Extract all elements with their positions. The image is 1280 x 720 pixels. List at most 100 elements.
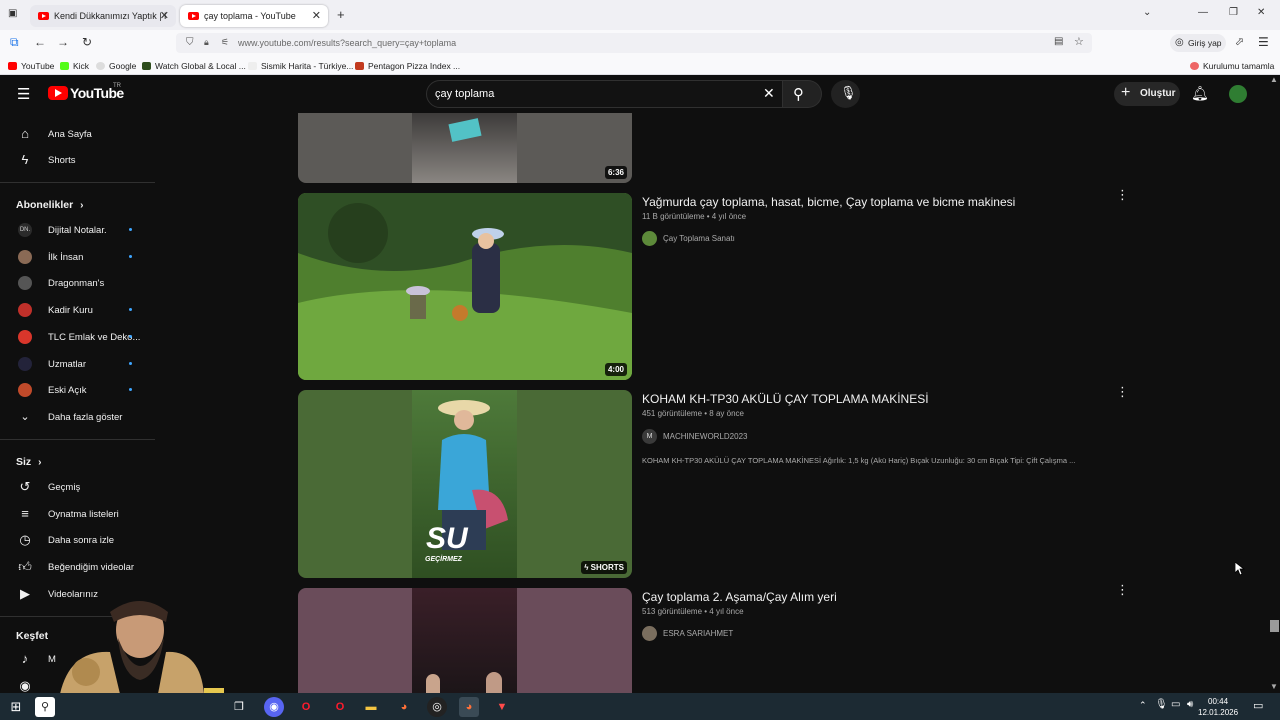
sidebar-item-dragonmans[interactable]: Dragonman's xyxy=(0,270,155,296)
bookmark-star-icon[interactable]: ☆ xyxy=(1074,35,1084,48)
volume-icon[interactable]: 🔊︎ xyxy=(1187,699,1193,710)
create-label: Oluştur xyxy=(1140,88,1176,99)
notification-center-icon[interactable]: ▭ xyxy=(1253,699,1263,712)
microphone-icon[interactable]: 🎙︎ xyxy=(1155,699,1168,710)
bookmark-watch-global[interactable]: Watch Global & Local ... xyxy=(142,61,246,71)
video-thumbnail[interactable]: SU GEÇİRMEZ ϟ SHORTS xyxy=(298,390,632,578)
video-thumbnail[interactable]: 4:00 xyxy=(298,193,632,380)
opera-icon[interactable]: O xyxy=(296,697,316,717)
sidebar-item-shorts[interactable]: ϟ Shorts xyxy=(0,147,155,173)
more-options-icon[interactable]: ⋮ xyxy=(1116,385,1129,398)
video-title[interactable]: Çay toplama 2. Aşama/Çay Alım yeri xyxy=(642,590,837,604)
sidebar-item-tlc-emlak[interactable]: TLC Emlak ve Deko... xyxy=(0,324,155,350)
channel-link[interactable]: ESRA SARIAHMET xyxy=(642,626,733,641)
obs-icon[interactable]: ◎ xyxy=(427,697,447,717)
channel-link[interactable]: Çay Toplama Sanatı xyxy=(642,231,735,246)
tab-cay-toplama[interactable]: çay toplama - YouTube ✕ xyxy=(180,5,328,27)
sidebar-item-eski-acik[interactable]: Eski Açık xyxy=(0,377,155,403)
more-options-icon[interactable]: ⋮ xyxy=(1116,583,1129,596)
notifications-bell-icon[interactable]: 🔔︎ xyxy=(1191,85,1209,102)
sidebar-item-ilk-insan[interactable]: İlk İnsan xyxy=(0,244,155,270)
scroll-up-icon[interactable]: ▲ xyxy=(1270,75,1278,84)
menu-icon[interactable]: ☰ xyxy=(1258,35,1269,49)
bookmark-sismik[interactable]: Sismik Harita - Türkiye... xyxy=(248,61,353,71)
channel-avatar xyxy=(18,357,32,371)
tab-label: çay toplama - YouTube xyxy=(204,11,296,21)
tray-chevron-icon[interactable]: ⌃ xyxy=(1139,700,1147,711)
create-button[interactable]: + Oluştur xyxy=(1114,82,1180,106)
windows-start-icon[interactable]: ⊞ xyxy=(6,697,26,717)
new-content-dot xyxy=(129,255,132,258)
scrollbar-thumb[interactable] xyxy=(1270,620,1279,632)
channel-link[interactable]: M MACHINEWORLD2023 xyxy=(642,429,747,444)
close-tab-icon[interactable]: ✕ xyxy=(160,9,169,22)
sidebar-item-kadir-kuru[interactable]: Kadir Kuru xyxy=(0,297,155,323)
like-icon: 👍︎ xyxy=(18,559,32,574)
sidebar-toggle-icon[interactable]: ⧉ xyxy=(10,35,19,50)
close-tab-icon[interactable]: ✕ xyxy=(312,9,321,22)
firefox-active-icon[interactable]: ◕ xyxy=(459,697,479,717)
you-header[interactable]: Siz › xyxy=(16,456,41,468)
new-content-dot xyxy=(129,308,132,311)
show-more-button[interactable]: ⌄ Daha fazla göster xyxy=(0,404,155,430)
new-tab-icon[interactable]: + xyxy=(337,7,345,22)
bookmark-google[interactable]: Google xyxy=(96,61,136,71)
reload-icon[interactable]: ↻ xyxy=(82,35,92,49)
chevron-down-icon[interactable]: ⌄ xyxy=(1143,7,1151,18)
browser-tab-bar: ▣ Kendi Dükkanımızı Yaptık | Harı ✕ çay … xyxy=(0,0,1280,30)
subscriptions-header[interactable]: Abonelikler › xyxy=(16,199,83,211)
forward-icon[interactable]: → xyxy=(57,35,69,49)
maximize-icon[interactable]: ❐ xyxy=(1229,7,1238,18)
signin-button[interactable]: ◎ Giriş yap xyxy=(1170,34,1226,52)
url-bar[interactable]: ⛉ 🔒︎ ⚟ www.youtube.com/results?search_qu… xyxy=(176,33,1092,53)
sidebar-item-uzmatlar[interactable]: Uzmatlar xyxy=(0,351,155,377)
file-explorer-icon[interactable]: ▬ xyxy=(361,697,381,717)
search-input[interactable]: çay toplama ✕ xyxy=(426,80,783,108)
tab-overview-icon[interactable]: ▣ xyxy=(8,8,17,19)
video-title[interactable]: KOHAM KH-TP30 AKÜLÜ ÇAY TOPLAMA MAKİNESİ xyxy=(642,392,929,406)
firefox-icon[interactable]: ◕ xyxy=(394,697,414,717)
tab-dukkan[interactable]: Kendi Dükkanımızı Yaptık | Harı ✕ xyxy=(30,5,176,27)
tab-label: Kendi Dükkanımızı Yaptık | Harı xyxy=(54,11,166,21)
clear-search-icon[interactable]: ✕ xyxy=(763,85,775,102)
bookmark-pentagon[interactable]: Pentagon Pizza Index ... xyxy=(355,61,460,71)
bookmark-youtube[interactable]: YouTube xyxy=(8,61,54,71)
bookmark-kurulum[interactable]: Kurulumu tamamla xyxy=(1190,61,1274,71)
extensions-icon[interactable]: ⬀ xyxy=(1235,35,1244,48)
sidebar-item-liked[interactable]: 👍︎ Beğendiğim videolar xyxy=(0,554,155,580)
opera-gx-icon[interactable]: O xyxy=(330,697,350,717)
bookmark-kick[interactable]: Kick xyxy=(60,61,89,71)
video-title[interactable]: Yağmurda çay toplama, hasat, bicme, Çay … xyxy=(642,195,1015,209)
scroll-down-icon[interactable]: ▼ xyxy=(1270,682,1278,691)
reader-view-icon[interactable]: ▤ xyxy=(1054,36,1063,47)
sidebar-item-dijital-notalar[interactable]: DN. Dijital Notalar. xyxy=(0,217,155,243)
broadcast-icon: ◉ xyxy=(19,678,31,693)
video-thumbnail[interactable] xyxy=(298,588,632,693)
history-icon: ↺ xyxy=(19,479,31,494)
browser-nav-bar: ⧉ ← → ↻ ⛉ 🔒︎ ⚟ www.youtube.com/results?s… xyxy=(0,30,1280,56)
task-view-icon[interactable]: ❐ xyxy=(229,697,249,717)
more-options-icon[interactable]: ⋮ xyxy=(1116,188,1129,201)
system-clock[interactable]: 00:44 12.01.2026 xyxy=(1198,696,1238,718)
shorts-badge: ϟ SHORTS xyxy=(581,561,627,574)
sidebar-item-playlists[interactable]: ≡ Oynatma listeleri xyxy=(0,501,155,527)
app-icon[interactable]: ▼ xyxy=(492,697,512,717)
minimize-icon[interactable]: — xyxy=(1198,7,1208,18)
sidebar-item-watch-later[interactable]: ◷ Daha sonra izle xyxy=(0,527,155,553)
search-icon[interactable]: ⚲ xyxy=(35,697,55,717)
channel-avatar xyxy=(18,383,32,397)
voice-search-button[interactable]: 🎙︎ xyxy=(831,80,860,108)
lock-icon: 🔒︎ xyxy=(204,37,209,47)
search-button[interactable]: ⚲ xyxy=(783,80,822,108)
sidebar-item-history[interactable]: ↺ Geçmiş xyxy=(0,474,155,500)
discord-icon[interactable]: ◉ xyxy=(264,697,284,717)
video-thumbnail[interactable]: 6:36 xyxy=(298,113,632,183)
hamburger-menu-icon[interactable]: ☰ xyxy=(17,85,30,103)
network-icon[interactable]: ▭ xyxy=(1171,699,1180,710)
close-window-icon[interactable]: ✕ xyxy=(1257,7,1265,18)
sidebar-item-home[interactable]: ⌂ Ana Sayfa xyxy=(0,121,155,147)
back-icon[interactable]: ← xyxy=(34,35,46,49)
avatar[interactable] xyxy=(1229,85,1247,103)
page-scrollbar[interactable]: ▲ ▼ xyxy=(1268,75,1280,693)
youtube-logo-icon[interactable] xyxy=(48,86,68,100)
